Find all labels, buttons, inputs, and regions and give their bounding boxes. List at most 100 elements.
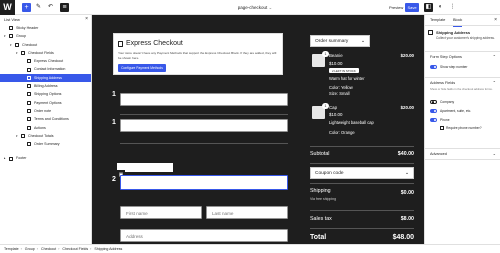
contact-email-field[interactable] — [120, 93, 288, 106]
panel-title[interactable]: Form Step Options ⌃ — [425, 52, 500, 62]
divider — [120, 114, 288, 115]
list-view-item[interactable]: Express Checkout — [0, 57, 91, 65]
order-item: 1 Beanie $20.00 $10.00 2 LEFT IN STOCK W… — [310, 51, 414, 105]
undo-icon[interactable]: ↶ — [46, 3, 55, 12]
show-step-number-label: Show step number — [440, 65, 468, 69]
divider — [310, 183, 414, 184]
list-view-button[interactable]: ≡ — [60, 3, 69, 12]
sales-tax-label: Sales tax — [310, 216, 332, 222]
block-description: Collect your customer's shipping address… — [436, 36, 495, 40]
block-icon — [27, 59, 31, 64]
show-step-number-toggle[interactable] — [430, 65, 437, 69]
list-view-item[interactable]: ▸ Footer — [0, 154, 91, 162]
coupon-code-toggle[interactable]: Coupon code ⌄ — [310, 167, 414, 179]
sidebar-tabs: Template Block × — [425, 15, 500, 27]
list-view-item-label: Order note — [34, 108, 52, 113]
styles-icon[interactable]: ◐ — [436, 3, 445, 12]
express-checkout-title: Express Checkout — [126, 40, 183, 47]
block-icon — [27, 117, 31, 122]
order-summary-toggle[interactable]: Order summary ⌄ — [310, 35, 370, 47]
list-view-item[interactable]: ▾ Checkout Fields — [0, 49, 91, 57]
site-logo-button[interactable]: W — [0, 0, 15, 15]
list-view-item[interactable]: Shipping Address — [0, 73, 91, 83]
contact-field[interactable] — [120, 119, 288, 132]
block-icon — [27, 75, 31, 80]
product-name: Cap — [329, 105, 338, 110]
preview-button[interactable]: Preview — [389, 4, 403, 11]
block-icon — [118, 41, 123, 47]
phone-label: Phone — [440, 118, 450, 122]
list-view-item[interactable]: Billing Address — [0, 82, 91, 90]
list-view-item-label: Shipping Address — [34, 75, 62, 80]
list-view-item[interactable]: Order note — [0, 107, 91, 115]
breadcrumb-item[interactable]: Group — [25, 247, 35, 251]
address-field[interactable]: Address — [120, 229, 288, 242]
list-view-item[interactable]: Actions — [0, 124, 91, 132]
document-title[interactable]: page-checkout ⌄ — [225, 4, 285, 11]
divider — [310, 146, 414, 147]
list-view-item[interactable]: ▾ Group — [0, 32, 91, 40]
add-block-button[interactable]: + — [22, 3, 31, 12]
list-view-item[interactable]: ▾ Checkout — [0, 41, 91, 49]
block-icon — [15, 42, 19, 47]
step-number: 1 — [112, 91, 116, 98]
list-view-item-label: Express Checkout — [34, 59, 64, 64]
list-view-item-label: Checkout Fields — [28, 51, 54, 55]
block-icon — [27, 92, 31, 97]
editor-canvas: Express Checkout Your store doesn't have… — [92, 15, 424, 244]
list-view-item[interactable]: Shipping Options — [0, 90, 91, 98]
product-total: $20.00 — [400, 53, 414, 58]
block-icon — [21, 51, 25, 56]
tab-template[interactable]: Template — [430, 15, 445, 26]
block-icon — [27, 100, 31, 105]
list-view-item[interactable]: ▾ Checkout Totals — [0, 132, 91, 140]
list-view-item[interactable]: Order Summary — [0, 140, 91, 148]
chevron-up-icon: ⌃ — [492, 54, 496, 59]
list-view-item[interactable]: Payment Options — [0, 99, 91, 107]
panel-title[interactable]: Advanced ⌄ — [425, 149, 500, 159]
pencil-icon[interactable]: ✎ — [34, 3, 43, 12]
breadcrumb-item[interactable]: Checkout Fields — [62, 247, 88, 251]
list-view-item-label: Sticky Header — [16, 26, 39, 30]
list-view-item[interactable]: Terms and Conditions — [0, 115, 91, 123]
total-label: Total — [310, 234, 327, 241]
shipping-country-field[interactable] — [120, 175, 288, 190]
phone-toggle[interactable] — [430, 118, 437, 122]
block-icon — [27, 142, 31, 147]
settings-sidebar: Template Block × Shipping Address Collec… — [424, 15, 500, 244]
editor-top-bar: W + ✎ ↶ ≡ page-checkout ⌄ Preview Save ◧… — [0, 0, 500, 15]
list-view-item-label: Checkout Totals — [28, 133, 54, 138]
shipping-value: $0.00 — [400, 190, 414, 196]
last-name-field[interactable]: Last name — [206, 206, 288, 219]
first-name-field[interactable]: First name — [120, 206, 202, 219]
express-checkout-block[interactable]: Express Checkout Your store doesn't have… — [113, 33, 283, 75]
more-options-icon[interactable]: ⋮ — [448, 3, 457, 12]
settings-button[interactable]: ◧ — [424, 3, 433, 12]
breadcrumb-item[interactable]: Checkout — [41, 247, 56, 251]
chevron-down-icon: ⌄ — [360, 39, 365, 44]
list-view-title: List View — [4, 17, 20, 22]
list-view-panel: List View × Sticky Header ▾ Group ▾ Checkout… — [0, 15, 92, 244]
require-phone-checkbox[interactable] — [440, 126, 444, 130]
list-view-item-label: Shipping Options — [34, 92, 62, 97]
save-button[interactable]: Save — [405, 3, 419, 12]
product-description: Warm hat for winter — [329, 76, 365, 81]
breadcrumb-item[interactable]: Template — [4, 247, 19, 251]
apartment-toggle[interactable] — [430, 109, 437, 113]
list-view-item-label: Footer — [16, 156, 27, 161]
list-view-item[interactable]: Sticky Header — [0, 24, 91, 32]
product-meta: Color: Yellow — [329, 85, 353, 90]
list-view-item-label: Actions — [34, 125, 46, 130]
close-icon[interactable]: × — [85, 15, 88, 24]
block-icon — [9, 26, 13, 31]
configure-payment-methods-button[interactable]: Configure Payment Methods — [118, 64, 166, 72]
shipping-method: Via free shipping — [310, 197, 337, 201]
list-view-item[interactable]: Contact Information — [0, 65, 91, 73]
form-step-options-panel: Form Step Options ⌃ Show step number — [425, 52, 500, 78]
divider — [310, 210, 414, 211]
close-icon[interactable]: × — [494, 15, 497, 26]
quantity-badge: 1 — [322, 51, 329, 57]
quantity-badge: 1 — [322, 103, 329, 109]
shipping-label: Shipping — [310, 188, 331, 194]
company-toggle[interactable] — [430, 100, 437, 105]
